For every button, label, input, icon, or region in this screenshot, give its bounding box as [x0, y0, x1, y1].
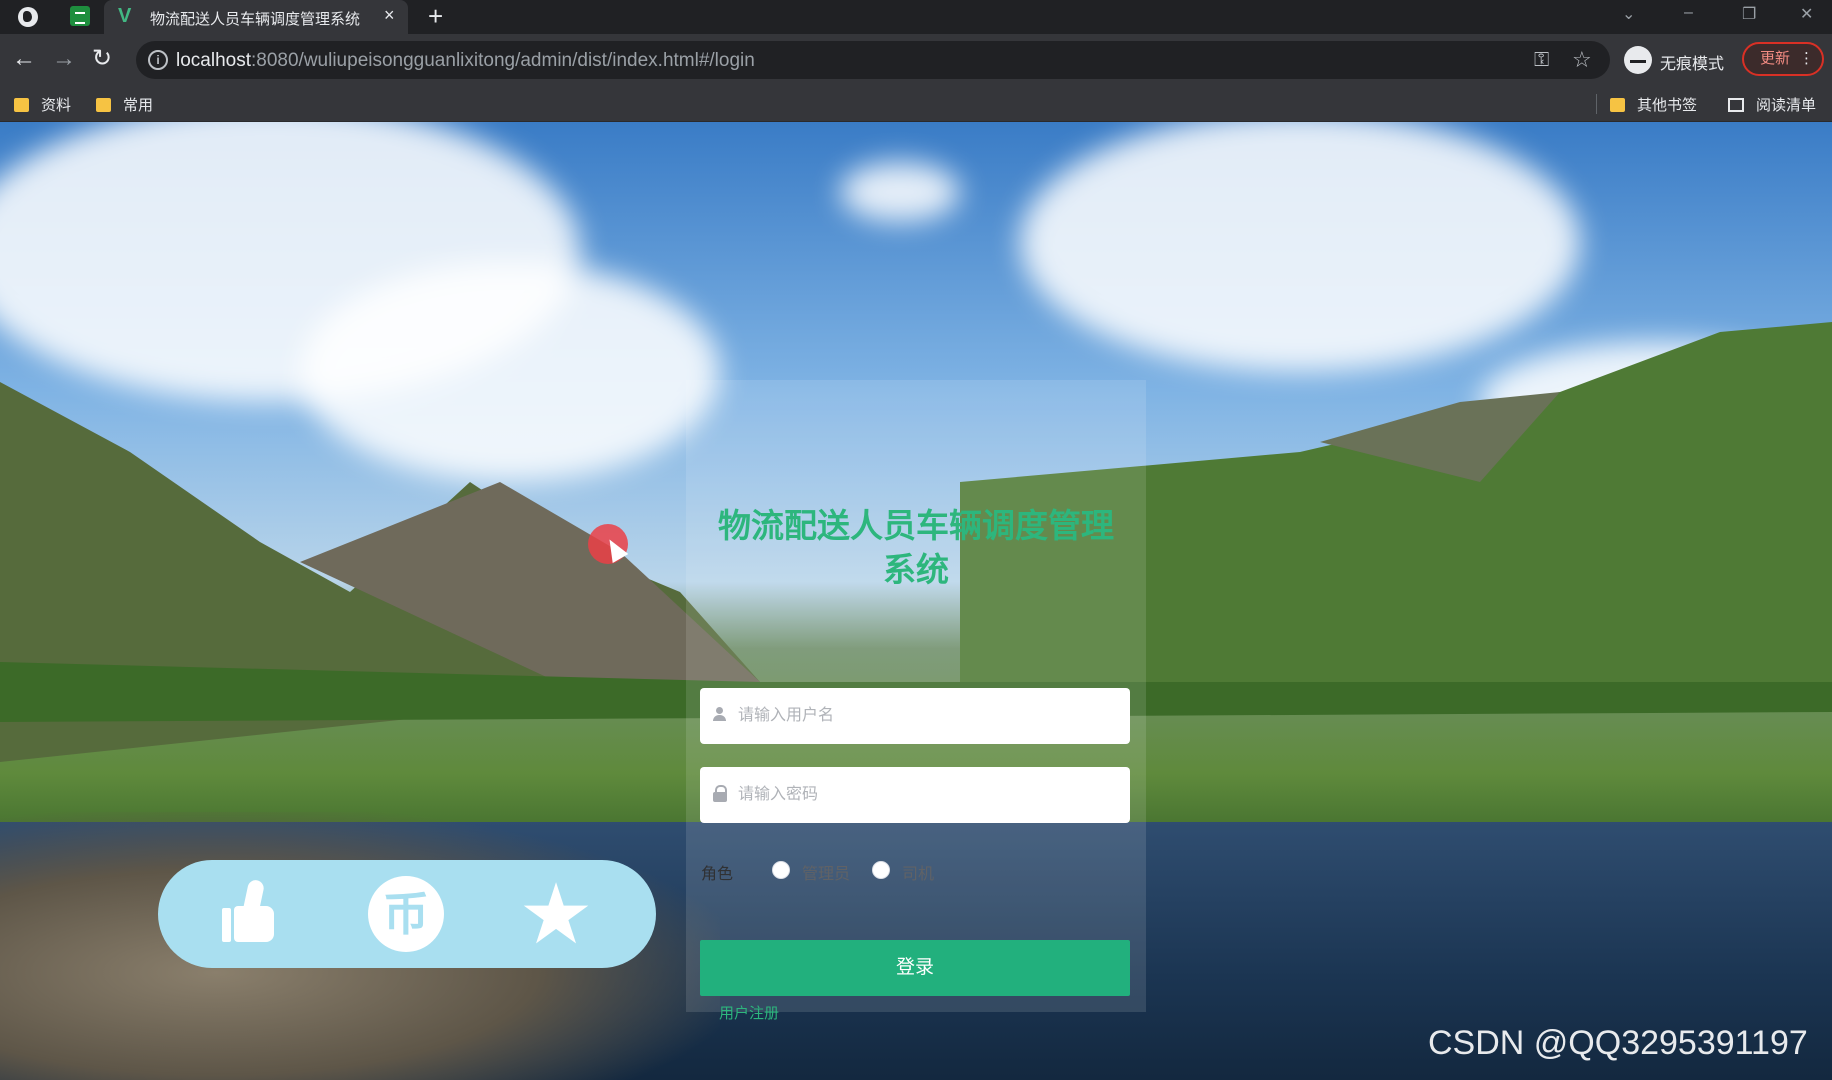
new-tab-button[interactable]: + — [428, 2, 443, 30]
site-info-icon[interactable]: i — [148, 50, 168, 70]
password-field[interactable] — [700, 767, 1130, 823]
incognito-label: 无痕模式 — [1660, 56, 1725, 73]
thumb-body — [234, 906, 274, 942]
tab-search-icon[interactable]: ⌄ — [1622, 4, 1635, 24]
forward-icon[interactable]: → — [52, 46, 76, 72]
role-option-driver[interactable]: 司机 — [902, 860, 934, 884]
update-label: 更新 — [1760, 50, 1791, 67]
address-bar[interactable]: i localhost:8080/wuliupeisongguanlixiton… — [136, 41, 1610, 79]
csdn-watermark: CSDN @QQ3295391197 — [1428, 1024, 1808, 1062]
favorite-star-glyph: ★ — [518, 867, 594, 961]
browser-tab-strip: V 物流配送人员车辆调度管理系统 × + ⌄ – ❐ ✕ — [0, 0, 1832, 34]
restore-icon[interactable]: ❐ — [1742, 4, 1756, 24]
url-path: :8080/wuliupeisongguanlixitong/admin/dis… — [251, 50, 755, 71]
other-bookmarks[interactable]: 其他书签 — [1610, 94, 1697, 115]
coin-icon[interactable]: 币 — [364, 872, 448, 956]
tab-title: 物流配送人员车辆调度管理系统 — [150, 11, 361, 28]
thumb-base — [222, 908, 231, 942]
url-text: localhost:8080/wuliupeisongguanlixitong/… — [176, 50, 755, 72]
menu-dots-icon[interactable]: ⋮ — [1799, 44, 1814, 74]
reading-list-label: 阅读清单 — [1756, 97, 1817, 114]
password-key-icon[interactable]: ⚿ — [1534, 49, 1549, 72]
bookmark-folder-changyong[interactable]: 常用 — [96, 94, 153, 115]
reload-icon[interactable]: ↻ — [92, 46, 112, 72]
tab-close-icon[interactable]: × — [384, 5, 395, 25]
thumbs-up-icon[interactable] — [210, 872, 294, 956]
update-button[interactable]: 更新 ⋮ — [1742, 42, 1824, 76]
bookmark-label: 常用 — [123, 97, 154, 114]
coin-glyph: 币 — [368, 876, 444, 952]
role-radio-admin[interactable] — [772, 861, 790, 879]
url-host: localhost — [176, 50, 251, 71]
incognito-icon[interactable] — [1624, 46, 1652, 74]
password-input[interactable] — [738, 767, 1118, 823]
bookmark-label: 资料 — [41, 97, 72, 114]
reading-list-icon — [1728, 98, 1744, 112]
username-input[interactable] — [738, 688, 1118, 744]
sheets-tab-icon[interactable] — [70, 6, 90, 26]
register-link[interactable]: 用户注册 — [719, 1002, 779, 1023]
system-title: 物流配送人员车辆调度管理系统 — [718, 507, 1114, 588]
back-icon[interactable]: ← — [12, 46, 36, 72]
bookmark-star-icon[interactable]: ☆ — [1572, 47, 1592, 73]
browser-toolbar: ← → ↻ i localhost:8080/wuliupeisongguanl… — [0, 34, 1832, 86]
role-radio-driver[interactable] — [872, 861, 890, 879]
star-icon[interactable]: ★ — [514, 872, 598, 956]
bookmarks-bar: 资料 常用 其他书签 阅读清单 — [0, 86, 1832, 122]
user-icon — [712, 705, 728, 725]
lock-icon — [712, 784, 728, 804]
username-field[interactable] — [700, 688, 1130, 744]
bookmark-folder-ziliao[interactable]: 资料 — [14, 94, 71, 115]
vue-favicon-icon: V — [118, 5, 132, 27]
login-page: 物流配送人员车辆调度管理系统 角色 管理员 司机 登录 用户注册 币 ★ — [0, 122, 1832, 1080]
role-label: 角色 — [701, 866, 734, 883]
login-panel: 物流配送人员车辆调度管理系统 角色 管理员 司机 登录 用户注册 — [686, 380, 1146, 1022]
folder-icon — [14, 98, 29, 112]
close-window-icon[interactable]: ✕ — [1800, 4, 1813, 24]
minimize-icon[interactable]: – — [1684, 4, 1693, 22]
role-option-admin[interactable]: 管理员 — [802, 860, 850, 884]
folder-icon — [1610, 98, 1625, 112]
login-button[interactable]: 登录 — [700, 940, 1130, 996]
bookmarks-divider — [1596, 94, 1597, 114]
other-bookmarks-label: 其他书签 — [1637, 97, 1698, 114]
folder-icon — [96, 98, 111, 112]
browser-globe-icon[interactable] — [18, 7, 38, 27]
tab-login[interactable]: V 物流配送人员车辆调度管理系统 × — [104, 0, 408, 34]
like-coin-favorite-bar: 币 ★ — [158, 860, 656, 968]
reading-list[interactable]: 阅读清单 — [1728, 94, 1816, 115]
